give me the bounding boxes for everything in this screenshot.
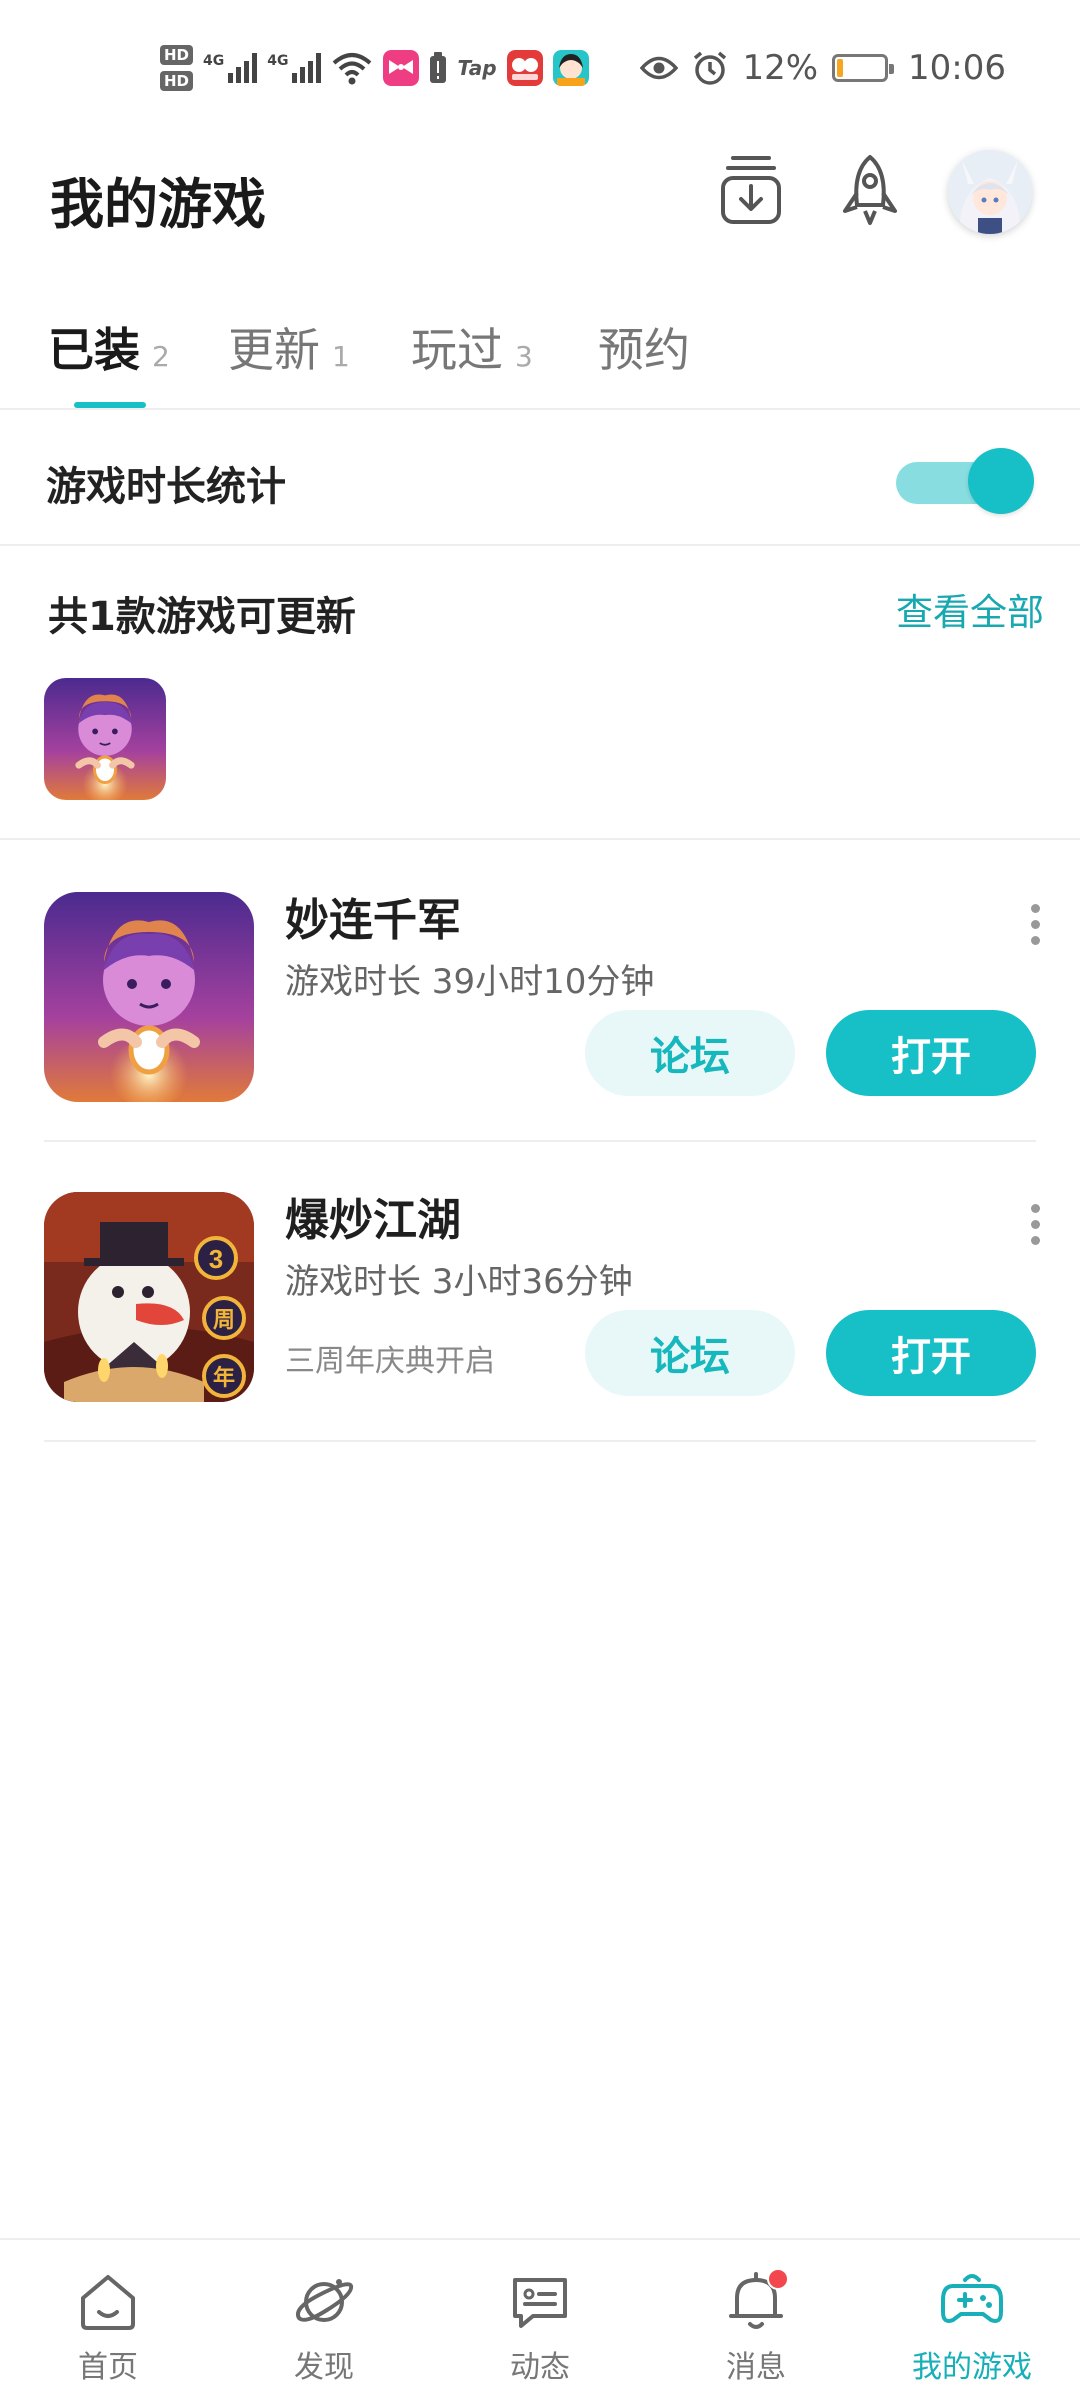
more-dot-icon bbox=[1030, 919, 1040, 929]
network-type-2: 4G bbox=[267, 53, 289, 69]
status-bar-right: 12% 10:06 bbox=[640, 42, 1006, 94]
tab-installed[interactable]: 已装 2 bbox=[48, 314, 170, 380]
more-options-button[interactable] bbox=[1010, 894, 1060, 954]
battery-fill bbox=[837, 59, 844, 77]
signal-bars-icon bbox=[292, 53, 322, 83]
signal-1: 4G bbox=[203, 53, 258, 83]
icon-badge-char: 周 bbox=[213, 1308, 235, 1333]
icon-badge-number: 3 bbox=[209, 1244, 223, 1274]
battery-percent: 12% bbox=[742, 48, 819, 88]
network-type-1: 4G bbox=[203, 53, 225, 69]
tab-label: 玩过 bbox=[411, 323, 503, 377]
battery-saver-icon bbox=[430, 52, 447, 83]
open-game-button[interactable]: 打开 bbox=[826, 1010, 1036, 1096]
game-playtime: 游戏时长 39小时10分钟 bbox=[285, 962, 655, 1002]
home-icon bbox=[81, 2275, 135, 2330]
nav-label: 首页 bbox=[78, 2350, 138, 2385]
nav-messages[interactable]: 消息 bbox=[648, 2240, 864, 2400]
game-name: 爆炒江湖 bbox=[285, 1195, 461, 1246]
calendar-app-icon bbox=[506, 50, 543, 86]
update-section: 共1款游戏可更新 查看全部 bbox=[0, 548, 1080, 840]
more-options-button[interactable] bbox=[1010, 1194, 1060, 1254]
gamepad-icon bbox=[941, 2274, 1003, 2323]
status-bar: HD HD 4G 4G Tap 12% 10:06 bbox=[0, 0, 1080, 130]
icon-badge-char: 年 bbox=[213, 1365, 235, 1391]
tab-reservations[interactable]: 预约 bbox=[598, 314, 690, 380]
planet-icon bbox=[296, 2279, 354, 2322]
playtime-stats-toggle[interactable] bbox=[896, 448, 1034, 514]
bottom-nav: 首页 发现 动态 消息 我的游戏 bbox=[0, 2238, 1080, 2400]
nav-label: 发现 bbox=[294, 2350, 354, 2385]
status-bar-left: HD HD 4G 4G Tap bbox=[160, 38, 589, 98]
notification-badge bbox=[767, 2268, 789, 2290]
more-dot-icon bbox=[1030, 1219, 1040, 1229]
avatar-image bbox=[948, 150, 1032, 234]
more-dot-icon bbox=[1030, 935, 1040, 945]
update-count-title: 共1款游戏可更新 bbox=[48, 594, 356, 640]
game-icon[interactable]: 3 周 年 bbox=[44, 1192, 254, 1402]
forum-button[interactable]: 论坛 bbox=[585, 1010, 795, 1096]
nav-home[interactable]: 首页 bbox=[0, 2240, 216, 2400]
tab-label: 已装 bbox=[48, 323, 140, 377]
wifi-icon bbox=[333, 53, 372, 85]
miaolian-game-icon bbox=[44, 892, 254, 1102]
girl-app-icon bbox=[552, 50, 589, 86]
baochao-game-icon: 3 周 年 bbox=[44, 1192, 254, 1402]
bow-app-icon bbox=[383, 50, 420, 86]
nav-discover[interactable]: 发现 bbox=[216, 2240, 432, 2400]
nav-label: 动态 bbox=[510, 2350, 570, 2385]
battery-icon bbox=[832, 54, 895, 82]
forum-button[interactable]: 论坛 bbox=[585, 1310, 795, 1396]
hd-badge-2: HD bbox=[160, 71, 194, 91]
tab-count: 3 bbox=[515, 340, 533, 373]
eye-icon bbox=[640, 56, 679, 80]
tab-count: 1 bbox=[332, 340, 350, 373]
download-manager-button[interactable] bbox=[706, 145, 796, 235]
alarm-icon bbox=[694, 51, 727, 85]
download-icon bbox=[721, 156, 781, 224]
game-card[interactable]: 妙连千军 游戏时长 39小时10分钟 论坛 打开 bbox=[0, 842, 1080, 1142]
divider bbox=[44, 1440, 1036, 1442]
tab-updates[interactable]: 更新 1 bbox=[228, 314, 350, 380]
more-dot-icon bbox=[1030, 1203, 1040, 1213]
nav-my-games[interactable]: 我的游戏 bbox=[864, 2240, 1080, 2400]
bell-icon-wrapper bbox=[723, 2268, 789, 2334]
tab-played[interactable]: 玩过 3 bbox=[411, 314, 533, 380]
active-tab-indicator bbox=[74, 402, 146, 408]
open-game-button[interactable]: 打开 bbox=[826, 1310, 1036, 1396]
message-card-icon bbox=[513, 2278, 567, 2328]
game-card[interactable]: 3 周 年 爆炒江湖 游戏时长 3小时36分钟 三周年庆典开启 论坛 打开 bbox=[0, 1142, 1080, 1442]
accelerate-button[interactable] bbox=[825, 145, 915, 235]
more-dot-icon bbox=[1030, 903, 1040, 913]
playtime-stats-row: 游戏时长统计 bbox=[0, 410, 1080, 546]
nav-feed[interactable]: 动态 bbox=[432, 2240, 648, 2400]
game-icon[interactable] bbox=[44, 892, 254, 1102]
tab-label: 更新 bbox=[228, 323, 320, 377]
view-all-link[interactable]: 查看全部 bbox=[896, 582, 1044, 636]
update-game-icon[interactable] bbox=[44, 678, 166, 800]
game-name: 妙连千军 bbox=[285, 895, 461, 946]
tap-app-icon: Tap bbox=[457, 56, 497, 80]
signal-2: 4G bbox=[267, 53, 322, 83]
rocket-icon bbox=[843, 155, 897, 225]
game-tabs: 已装 2 更新 1 玩过 3 预约 bbox=[0, 300, 1080, 410]
game-event-text: 三周年庆典开启 bbox=[285, 1344, 495, 1379]
nav-label: 消息 bbox=[726, 2350, 786, 2385]
toggle-knob bbox=[968, 448, 1034, 514]
playtime-stats-label: 游戏时长统计 bbox=[46, 464, 286, 510]
nav-label: 我的游戏 bbox=[912, 2350, 1032, 2385]
hd-badge-1: HD bbox=[160, 45, 194, 65]
signal-bars-icon bbox=[228, 53, 258, 83]
page-header: 我的游戏 bbox=[0, 140, 1080, 250]
game-playtime: 游戏时长 3小时36分钟 bbox=[285, 1262, 633, 1302]
miaolian-game-icon bbox=[44, 678, 166, 800]
more-dot-icon bbox=[1030, 1235, 1040, 1245]
hd-indicators: HD HD bbox=[160, 45, 194, 91]
page-title: 我的游戏 bbox=[50, 173, 266, 236]
clock: 10:06 bbox=[908, 48, 1006, 88]
tab-label: 预约 bbox=[598, 323, 690, 377]
tab-count: 2 bbox=[152, 340, 170, 373]
avatar[interactable] bbox=[948, 150, 1032, 234]
